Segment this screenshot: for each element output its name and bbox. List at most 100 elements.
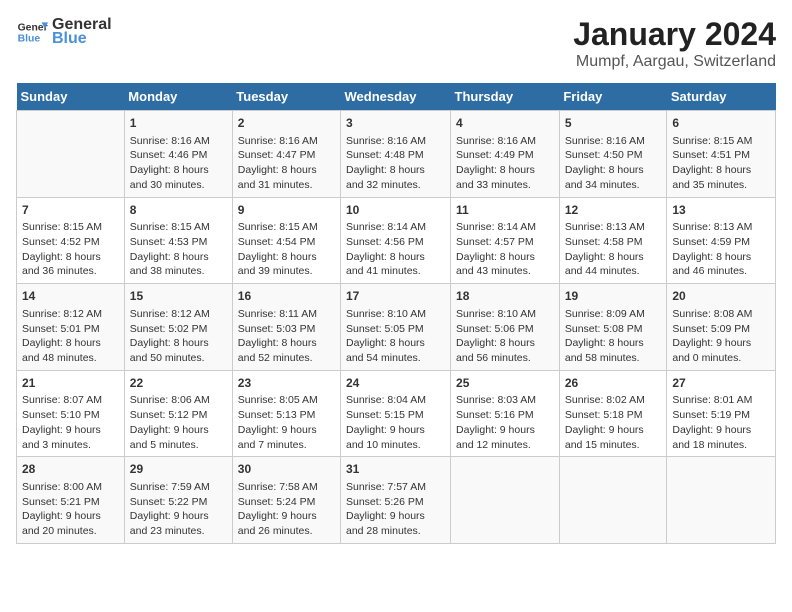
- day-info: Sunrise: 8:15 AM Sunset: 4:51 PM Dayligh…: [672, 134, 770, 193]
- day-info: Sunrise: 8:04 AM Sunset: 5:15 PM Dayligh…: [346, 393, 445, 452]
- day-info: Sunrise: 8:02 AM Sunset: 5:18 PM Dayligh…: [565, 393, 662, 452]
- day-cell: 9Sunrise: 8:15 AM Sunset: 4:54 PM Daylig…: [232, 197, 340, 284]
- day-number: 14: [22, 288, 119, 305]
- day-number: 30: [238, 461, 335, 478]
- day-cell: 8Sunrise: 8:15 AM Sunset: 4:53 PM Daylig…: [124, 197, 232, 284]
- day-info: Sunrise: 8:15 AM Sunset: 4:52 PM Dayligh…: [22, 220, 119, 279]
- header-cell-saturday: Saturday: [667, 83, 776, 111]
- day-number: 24: [346, 375, 445, 392]
- day-number: 2: [238, 115, 335, 132]
- day-cell: 20Sunrise: 8:08 AM Sunset: 5:09 PM Dayli…: [667, 284, 776, 371]
- day-cell: 12Sunrise: 8:13 AM Sunset: 4:58 PM Dayli…: [559, 197, 667, 284]
- day-number: 5: [565, 115, 662, 132]
- day-info: Sunrise: 8:13 AM Sunset: 4:59 PM Dayligh…: [672, 220, 770, 279]
- day-info: Sunrise: 8:03 AM Sunset: 5:16 PM Dayligh…: [456, 393, 554, 452]
- header-row: SundayMondayTuesdayWednesdayThursdayFrid…: [17, 83, 776, 111]
- day-number: 8: [130, 202, 227, 219]
- day-cell: 23Sunrise: 8:05 AM Sunset: 5:13 PM Dayli…: [232, 370, 340, 457]
- week-row-1: 1 Sunrise: 8:16 AM Sunset: 4:46 PM Daylig…: [17, 111, 776, 198]
- day-cell: 19Sunrise: 8:09 AM Sunset: 5:08 PM Dayli…: [559, 284, 667, 371]
- day-info: Sunrise: 8:09 AM Sunset: 5:08 PM Dayligh…: [565, 307, 662, 366]
- day-number: 10: [346, 202, 445, 219]
- day-number: 25: [456, 375, 554, 392]
- header-cell-friday: Friday: [559, 83, 667, 111]
- day-cell: 22Sunrise: 8:06 AM Sunset: 5:12 PM Dayli…: [124, 370, 232, 457]
- calendar-body: 1 Sunrise: 8:16 AM Sunset: 4:46 PM Daylig…: [17, 111, 776, 544]
- day-number: 17: [346, 288, 445, 305]
- day-info: Sunrise: 8:16 AM Sunset: 4:48 PM Dayligh…: [346, 134, 445, 193]
- day-cell: 24Sunrise: 8:04 AM Sunset: 5:15 PM Dayli…: [341, 370, 451, 457]
- day-number: 15: [130, 288, 227, 305]
- day-info: Sunrise: 8:11 AM Sunset: 5:03 PM Dayligh…: [238, 307, 335, 366]
- day-number: 27: [672, 375, 770, 392]
- day-number: 12: [565, 202, 662, 219]
- day-cell: 27Sunrise: 8:01 AM Sunset: 5:19 PM Dayli…: [667, 370, 776, 457]
- header-cell-sunday: Sunday: [17, 83, 125, 111]
- day-cell: 11Sunrise: 8:14 AM Sunset: 4:57 PM Dayli…: [451, 197, 560, 284]
- day-cell: 29 Sunrise: 7:59 AM Sunset: 5:22 PM Dayli…: [124, 457, 232, 544]
- day-info: Sunrise: 8:10 AM Sunset: 5:05 PM Dayligh…: [346, 307, 445, 366]
- day-number: 31: [346, 461, 445, 478]
- day-number: 29: [130, 461, 227, 478]
- day-cell: 28Sunrise: 8:00 AM Sunset: 5:21 PM Dayli…: [17, 457, 125, 544]
- day-info: Sunrise: 8:15 AM Sunset: 4:53 PM Dayligh…: [130, 220, 227, 279]
- day-number: 3: [346, 115, 445, 132]
- day-cell: 31Sunrise: 7:57 AM Sunset: 5:26 PM Dayli…: [341, 457, 451, 544]
- day-info: Sunrise: 8:01 AM Sunset: 5:19 PM Dayligh…: [672, 393, 770, 452]
- page-header: General Blue General Blue January 2024 M…: [16, 16, 776, 71]
- day-number: 11: [456, 202, 554, 219]
- day-info: Sunrise: 7:59 AM Sunset: 5:22 PM Dayligh…: [130, 480, 227, 539]
- title-block: January 2024 Mumpf, Aargau, Switzerland: [573, 16, 776, 71]
- day-cell: 26Sunrise: 8:02 AM Sunset: 5:18 PM Dayli…: [559, 370, 667, 457]
- day-info: Sunrise: 7:58 AM Sunset: 5:24 PM Dayligh…: [238, 480, 335, 539]
- header-cell-monday: Monday: [124, 83, 232, 111]
- day-cell: 13Sunrise: 8:13 AM Sunset: 4:59 PM Dayli…: [667, 197, 776, 284]
- day-cell: 21Sunrise: 8:07 AM Sunset: 5:10 PM Dayli…: [17, 370, 125, 457]
- day-number: 21: [22, 375, 119, 392]
- logo: General Blue General Blue: [16, 16, 112, 48]
- header-cell-tuesday: Tuesday: [232, 83, 340, 111]
- day-info: Sunrise: 8:12 AM Sunset: 5:02 PM Dayligh…: [130, 307, 227, 366]
- day-info: Sunrise: 8:14 AM Sunset: 4:56 PM Dayligh…: [346, 220, 445, 279]
- day-info: Sunrise: 8:15 AM Sunset: 4:54 PM Dayligh…: [238, 220, 335, 279]
- calendar-table: SundayMondayTuesdayWednesdayThursdayFrid…: [16, 83, 776, 544]
- week-row-5: 28Sunrise: 8:00 AM Sunset: 5:21 PM Dayli…: [17, 457, 776, 544]
- svg-text:Blue: Blue: [18, 34, 41, 45]
- calendar-header: SundayMondayTuesdayWednesdayThursdayFrid…: [17, 83, 776, 111]
- day-info: Sunrise: 8:16 AM Sunset: 4:46 PM Dayligh…: [130, 134, 227, 193]
- day-number: 1: [130, 115, 227, 132]
- day-cell: [17, 111, 125, 198]
- week-row-3: 14 Sunrise: 8:12 AM Sunset: 5:01 PM Dayli…: [17, 284, 776, 371]
- logo-icon: General Blue: [16, 16, 48, 48]
- day-cell: 10Sunrise: 8:14 AM Sunset: 4:56 PM Dayli…: [341, 197, 451, 284]
- day-number: 26: [565, 375, 662, 392]
- day-info: Sunrise: 8:12 AM Sunset: 5:01 PM Dayligh…: [22, 307, 119, 366]
- calendar-subtitle: Mumpf, Aargau, Switzerland: [573, 53, 776, 71]
- calendar-title: January 2024: [573, 16, 776, 53]
- day-info: Sunrise: 8:13 AM Sunset: 4:58 PM Dayligh…: [565, 220, 662, 279]
- day-number: 9: [238, 202, 335, 219]
- day-cell: [451, 457, 560, 544]
- day-cell: 17 Sunrise: 8:10 AM Sunset: 5:05 PM Dayli…: [341, 284, 451, 371]
- day-cell: 7Sunrise: 8:15 AM Sunset: 4:52 PM Daylig…: [17, 197, 125, 284]
- day-cell: 1 Sunrise: 8:16 AM Sunset: 4:46 PM Daylig…: [124, 111, 232, 198]
- week-row-4: 21Sunrise: 8:07 AM Sunset: 5:10 PM Dayli…: [17, 370, 776, 457]
- day-number: 6: [672, 115, 770, 132]
- day-cell: 15 Sunrise: 8:12 AM Sunset: 5:02 PM Dayli…: [124, 284, 232, 371]
- day-cell: [667, 457, 776, 544]
- day-number: 22: [130, 375, 227, 392]
- day-info: Sunrise: 8:08 AM Sunset: 5:09 PM Dayligh…: [672, 307, 770, 366]
- day-number: 18: [456, 288, 554, 305]
- day-cell: [559, 457, 667, 544]
- day-cell: 2Sunrise: 8:16 AM Sunset: 4:47 PM Daylig…: [232, 111, 340, 198]
- day-cell: 30 Sunrise: 7:58 AM Sunset: 5:24 PM Dayli…: [232, 457, 340, 544]
- week-row-2: 7Sunrise: 8:15 AM Sunset: 4:52 PM Daylig…: [17, 197, 776, 284]
- day-info: Sunrise: 8:16 AM Sunset: 4:49 PM Dayligh…: [456, 134, 554, 193]
- day-info: Sunrise: 8:06 AM Sunset: 5:12 PM Dayligh…: [130, 393, 227, 452]
- day-cell: 4 Sunrise: 8:16 AM Sunset: 4:49 PM Daylig…: [451, 111, 560, 198]
- day-info: Sunrise: 8:00 AM Sunset: 5:21 PM Dayligh…: [22, 480, 119, 539]
- day-cell: 25Sunrise: 8:03 AM Sunset: 5:16 PM Dayli…: [451, 370, 560, 457]
- day-number: 4: [456, 115, 554, 132]
- header-cell-wednesday: Wednesday: [341, 83, 451, 111]
- day-number: 16: [238, 288, 335, 305]
